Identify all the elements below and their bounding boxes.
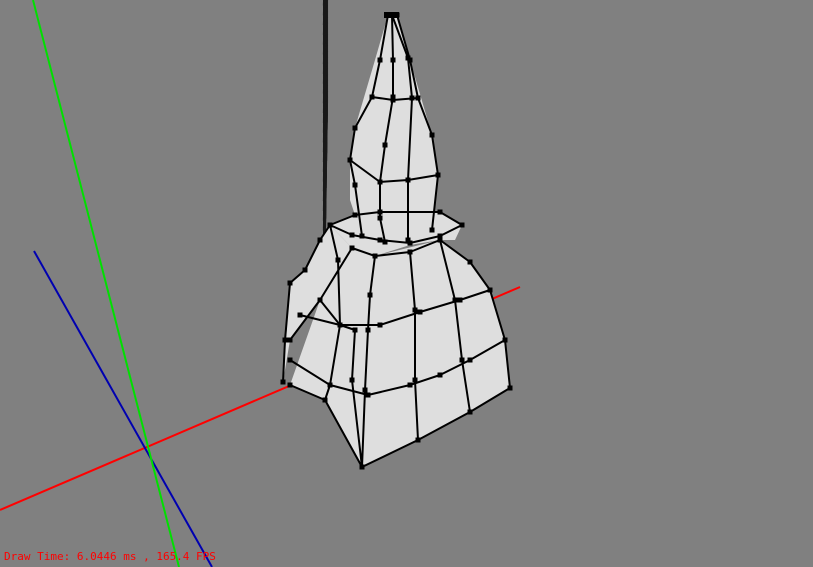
vertex-handle[interactable] [412,307,418,313]
vertex-handle[interactable] [377,57,383,63]
scene-canvas[interactable] [0,0,813,567]
vertex-handle[interactable] [502,337,508,343]
spire-tip-cap [384,12,399,18]
vertex-handle[interactable] [390,57,396,63]
vertex-handle[interactable] [352,212,358,218]
vertex-handle[interactable] [377,179,383,185]
vertex-handle[interactable] [407,382,413,388]
vertex-handle[interactable] [352,327,358,333]
vertex-handle[interactable] [377,322,383,328]
vertex-handle[interactable] [317,297,323,303]
vertex-handle[interactable] [407,240,413,246]
vertex-handle[interactable] [352,125,358,131]
vertex-handle[interactable] [287,382,293,388]
vertex-handle[interactable] [415,437,421,443]
vertex-handle[interactable] [359,464,365,470]
vertex-handle[interactable] [367,292,373,298]
vertex-handle[interactable] [377,215,383,221]
y-axis-line [32,0,180,567]
vertex-handle[interactable] [322,397,328,403]
vertex-handle[interactable] [287,280,293,286]
vertex-handle[interactable] [280,379,286,385]
vertex-handle[interactable] [362,387,368,393]
vertex-handle[interactable] [507,385,513,391]
vertex-handle[interactable] [407,249,413,255]
z-axis-line [33,250,213,567]
vertex-handle[interactable] [377,237,383,243]
vertex-handle[interactable] [369,94,375,100]
status-readout: Draw Time: 6.0446 ms , 165.4 FPS [4,550,216,563]
vertex-handle[interactable] [390,97,396,103]
vertex-handle[interactable] [429,227,435,233]
vertex-handle[interactable] [335,257,341,263]
vertex-handle[interactable] [372,253,378,259]
vertex-handle[interactable] [327,222,333,228]
vertex-handle[interactable] [359,233,365,239]
vertex-handle[interactable] [347,157,353,163]
vertex-handle[interactable] [382,239,388,245]
vertex-handle[interactable] [487,287,493,293]
vertex-handle[interactable] [437,372,443,378]
vertex-handle[interactable] [382,142,388,148]
vertex-handle[interactable] [437,209,443,215]
vertex-handle[interactable] [297,312,303,318]
vertex-handle[interactable] [352,182,358,188]
vertex-handle[interactable] [459,357,465,363]
vertex-handle[interactable] [327,382,333,388]
vertex-handle[interactable] [467,357,473,363]
vertex-handle[interactable] [437,237,443,243]
vertex-handle[interactable] [377,209,383,215]
vertex-handle[interactable] [467,259,473,265]
vertex-handle[interactable] [457,297,463,303]
vertex-handle[interactable] [435,172,441,178]
vertex-handle[interactable] [282,337,288,343]
vertex-handle[interactable] [287,357,293,363]
mesh-face-right [362,240,510,467]
vertex-handle[interactable] [429,132,435,138]
vertex-handle[interactable] [302,267,308,273]
3d-viewport[interactable]: Draw Time: 6.0446 ms , 165.4 FPS [0,0,813,567]
vertex-handle[interactable] [287,337,293,343]
vertex-handle[interactable] [415,95,421,101]
vertex-handle[interactable] [349,377,355,383]
vertex-handle[interactable] [337,322,343,328]
vertex-handle[interactable] [409,95,415,101]
vertex-handle[interactable] [405,177,411,183]
vertex-handle[interactable] [412,377,418,383]
vertex-handle[interactable] [405,55,411,61]
vertex-handle[interactable] [365,327,371,333]
vertex-handle[interactable] [452,297,458,303]
vertex-handle[interactable] [365,392,371,398]
vertex-handle[interactable] [459,222,465,228]
mesh-face-spire [350,15,438,245]
vertex-handle[interactable] [417,309,423,315]
vertex-handle[interactable] [467,409,473,415]
vertex-handle[interactable] [349,232,355,238]
vertex-handle[interactable] [349,245,355,251]
vertex-handle[interactable] [317,237,323,243]
